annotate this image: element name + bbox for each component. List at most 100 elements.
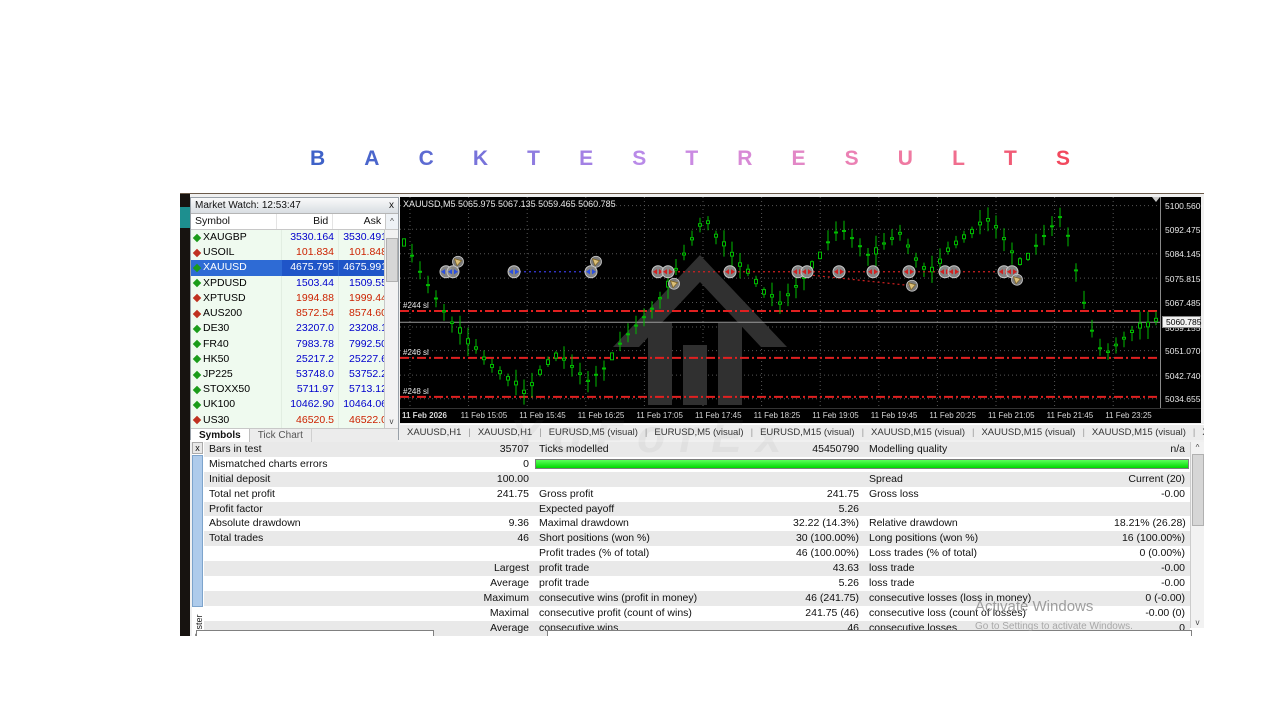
close-icon[interactable]: x <box>389 198 394 213</box>
title-letter: S <box>632 147 647 170</box>
report-label: Mismatched charts errors <box>209 457 328 470</box>
candlestick-chart[interactable]: #244 sl #246 sl #248 sl <box>400 197 1160 408</box>
market-watch-row-xpdusd[interactable]: XPDUSD 1503.44 1509.55 <box>191 275 398 291</box>
chart-tab-4[interactable]: EURUSD,M15 (visual) <box>753 427 862 438</box>
market-watch-row-xauusd[interactable]: XAUUSD 4675.795 4675.991 <box>191 260 398 276</box>
title-letter: E <box>791 147 806 170</box>
scroll-up-icon[interactable]: ^ <box>1191 443 1204 452</box>
report-value: 43.63 <box>832 562 859 575</box>
price-tick: 5100.560 <box>1165 201 1201 212</box>
market-watch-row-hk50[interactable]: HK50 25217.2 25227.6 <box>191 351 398 367</box>
chart-tab-0[interactable]: XAUUSD,H1 <box>400 427 468 438</box>
report-label: Loss trades (% of total) <box>869 547 977 560</box>
close-icon[interactable]: x <box>192 442 203 454</box>
symbol-cell: UK100 <box>191 397 281 412</box>
report-row: Profit trades (% of total) 46 (100.00%) Lo… <box>204 546 1190 561</box>
symbol-name: UK100 <box>203 398 236 411</box>
scrollbar-thumb[interactable] <box>386 238 398 282</box>
chart-tab-3[interactable]: EURUSD,M5 (visual) <box>647 427 750 438</box>
symbol-cell: XAUUSD <box>191 260 281 275</box>
bid-cell: 23207.0 <box>281 321 338 337</box>
column-ask[interactable]: Ask <box>332 214 385 229</box>
screenshot-root: B A C K T E S T R E S U L T S Market Watch: 12:53:47 x… <box>0 0 1280 720</box>
report-label: profit trade <box>539 577 590 590</box>
symbol-name: XAUUSD <box>203 261 247 274</box>
market-watch-row-stoxx50[interactable]: STOXX50 5711.97 5713.12 <box>191 382 398 398</box>
bid-cell: 7983.78 <box>281 336 338 352</box>
market-watch-tab-symbols[interactable]: Symbols <box>191 429 250 442</box>
market-watch-row-xptusd[interactable]: XPTUSD 1994.88 1999.44 <box>191 290 398 307</box>
scroll-up-icon[interactable]: ^ <box>385 214 398 229</box>
report-scrollbar[interactable]: ^ v <box>1190 442 1204 628</box>
symbol-cell: AUS200 <box>191 306 281 321</box>
price-tick: 5051.070 <box>1165 346 1201 357</box>
scroll-down-icon[interactable]: v <box>385 417 398 428</box>
report-label: Gross profit <box>539 487 594 500</box>
page-title: BACKTESTRESULTS <box>310 147 1070 171</box>
report-row: Mismatched charts errors 0 <box>204 457 1190 472</box>
market-watch-scrollbar[interactable]: v <box>384 230 398 428</box>
market-watch-row-usoil[interactable]: USOIL 101.834 101.848 <box>191 245 398 261</box>
chart-tab-7[interactable]: XAUUSD,M15 (visual) <box>1085 427 1193 438</box>
time-tick: 11 Feb 19:45 <box>870 411 918 420</box>
chart-ohlc-title: XAUUSD,M5 5065.975 5067.135 5059.465 506… <box>403 199 616 209</box>
scrollbar-thumb[interactable] <box>1192 454 1204 526</box>
market-watch-row-de30[interactable]: DE30 23207.0 23208.1 <box>191 321 398 337</box>
report-value: -0.00 <box>1161 487 1185 500</box>
symbol-name: DE30 <box>203 322 230 335</box>
symbol-cell: US30 <box>191 413 281 428</box>
report-value: 16 (100.00%) <box>1121 532 1185 545</box>
market-watch-tab-tick-chart[interactable]: Tick Chart <box>250 429 312 442</box>
column-symbol[interactable]: Symbol <box>191 214 276 229</box>
market-watch-column-header: Symbol Bid Ask ^ <box>191 214 398 230</box>
column-bid[interactable]: Bid <box>275 214 333 229</box>
chart-window: XAUUSD,M5 5065.975 5067.135 5059.465 506… <box>400 197 1201 423</box>
tick-up-icon <box>192 233 202 242</box>
chart-tab-6[interactable]: XAUUSD,M15 (visual) <box>974 427 1082 438</box>
tester-side-strip[interactable] <box>192 455 203 607</box>
market-watch-row-jp225[interactable]: JP225 53748.0 53752.2 <box>191 366 398 383</box>
chart-tab-1[interactable]: XAUUSD,H1 <box>471 427 539 438</box>
report-label: Profit trades (% of total) <box>539 547 650 560</box>
symbol-name: XAUGBP <box>203 231 247 243</box>
market-watch-titlebar: Market Watch: 12:53:47 x <box>191 198 398 214</box>
bid-cell: 101.834 <box>281 245 338 261</box>
report-value: Current (20) <box>1128 472 1185 485</box>
report-value <box>439 502 534 517</box>
report-label: Modelling quality <box>869 443 948 455</box>
title-letter: K <box>472 147 489 170</box>
report-label <box>204 576 439 591</box>
time-tick: 11 Feb 21:05 <box>988 411 1035 420</box>
report-label: Short positions (won %) <box>539 532 650 545</box>
chart-tab-5[interactable]: XAUUSD,M15 (visual) <box>864 427 972 438</box>
price-tick: 5084.145 <box>1165 249 1201 260</box>
report-label <box>204 591 439 606</box>
chart-tab-8[interactable]: XAUUSD,M1 <box>1195 427 1204 438</box>
market-watch-row-fr40[interactable]: FR40 7983.78 7992.50 <box>191 336 398 352</box>
chart-tab-bar: XAUUSD,H1 | XAUUSD,H1 | EURUSD,M5 (visual) | E… <box>400 424 1204 440</box>
report-label: profit trade <box>539 562 590 575</box>
report-label: Expected payoff <box>539 502 615 515</box>
bottom-partial-field <box>196 630 434 636</box>
report-row: Average profit trade 5.26 loss trade -0.00 <box>204 576 1190 591</box>
bid-cell: 25217.2 <box>281 351 338 367</box>
report-value: 241.75 <box>496 487 529 500</box>
price-tick: 5042.740 <box>1165 370 1201 381</box>
scroll-down-icon[interactable]: v <box>1191 618 1204 627</box>
market-watch-row-xaugbp[interactable]: XAUGBP 3530.164 3530.491 <box>191 230 398 246</box>
bid-cell: 4675.795 <box>281 260 338 276</box>
symbol-name: HK50 <box>203 352 230 365</box>
title-letter: T <box>1004 147 1017 170</box>
report-label <box>204 561 439 576</box>
market-watch-row-us30[interactable]: US30 46520.5 46522.0 <box>191 412 398 428</box>
report-value: Maximum <box>483 591 529 604</box>
chart-tab-2[interactable]: EURUSD,M5 (visual) <box>542 427 645 438</box>
symbol-name: FR40 <box>203 337 229 350</box>
report-label: Spread <box>869 472 903 485</box>
report-label <box>864 502 1109 517</box>
market-watch-row-aus200[interactable]: AUS200 8572.54 8574.60 <box>191 306 398 322</box>
market-watch-row-uk100[interactable]: UK100 10462.90 10464.06 <box>191 397 398 413</box>
symbol-cell: DE30 <box>191 321 281 336</box>
symbol-name: XPTUSD <box>203 291 246 304</box>
report-value: Maximal <box>489 606 529 619</box>
